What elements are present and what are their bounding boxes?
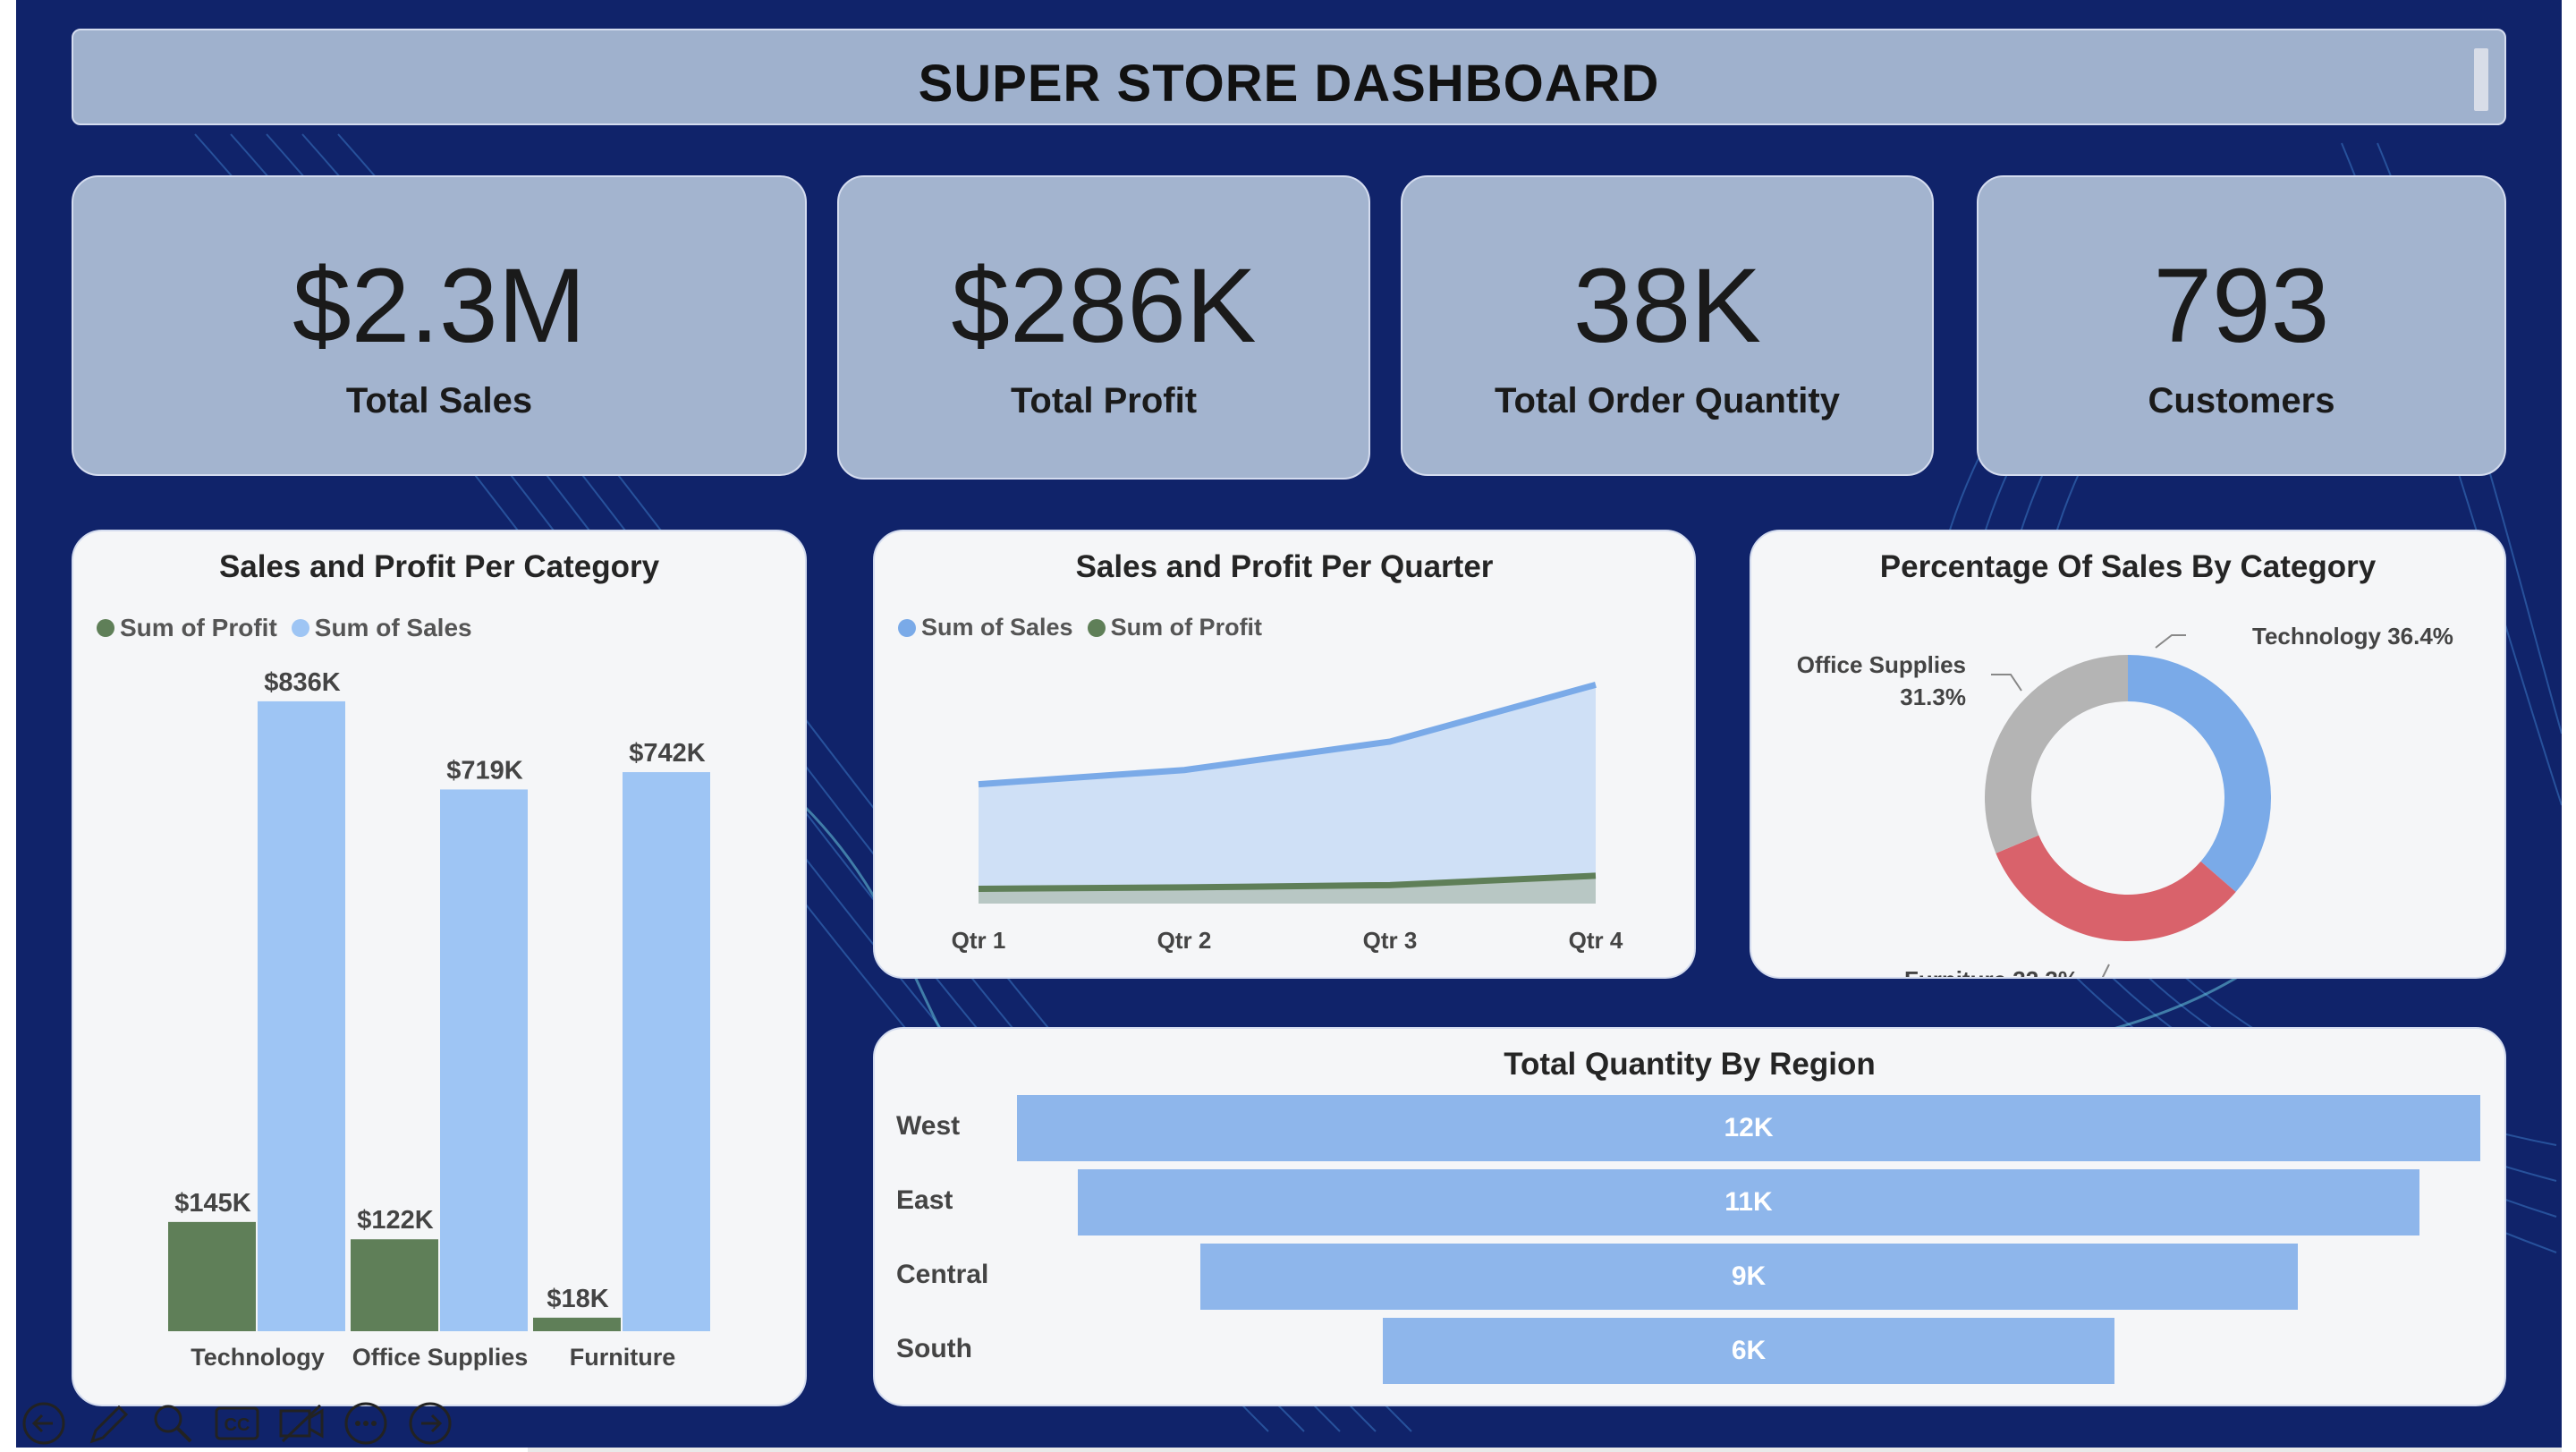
- legend-item-profit[interactable]: Sum of Profit: [97, 614, 277, 642]
- sales-area: [979, 684, 1596, 904]
- previous-icon[interactable]: [20, 1399, 68, 1448]
- data-label: $145K: [174, 1189, 251, 1218]
- camera-icon[interactable]: [277, 1399, 326, 1448]
- legend-dot: [1087, 618, 1106, 637]
- category-chart-panel[interactable]: Sales and Profit Per Category Sum of Pro…: [72, 530, 807, 1406]
- data-label: 9K: [1731, 1261, 1767, 1291]
- donut-chart-panel[interactable]: Percentage Of Sales By Category Technolo…: [1750, 530, 2506, 979]
- region-label: South: [896, 1334, 972, 1363]
- page-title: SUPER STORE DASHBOARD: [918, 55, 1660, 113]
- x-tick-label: Qtr 1: [952, 927, 1006, 954]
- header-scrollbar[interactable]: [2474, 48, 2488, 111]
- legend-label: Sum of Sales: [314, 614, 472, 641]
- region-bar-east[interactable]: 11K: [1078, 1169, 2419, 1235]
- data-label: $742K: [629, 739, 706, 768]
- quarter-chart-panel[interactable]: Sales and Profit Per Quarter Sum of Sale…: [873, 530, 1696, 979]
- legend-label: Sum of Sales: [921, 614, 1073, 641]
- chart-legend: Sum of Profit Sum of Sales: [97, 614, 472, 642]
- legend-item-sales[interactable]: Sum of Sales: [291, 614, 472, 642]
- captions-icon[interactable]: CC: [213, 1399, 261, 1448]
- kpi-total-sales[interactable]: $2.3M Total Sales: [72, 175, 807, 476]
- legend-item-sales[interactable]: Sum of Sales: [898, 614, 1073, 641]
- x-tick-label: Office Supplies: [352, 1344, 529, 1371]
- x-tick-label: Qtr 2: [1157, 927, 1212, 954]
- region-label: West: [896, 1111, 961, 1141]
- region-bar-south[interactable]: 6K: [1383, 1318, 2114, 1384]
- bar-sales[interactable]: [623, 772, 710, 1331]
- kpi-value: 793: [2153, 247, 2330, 365]
- legend-label: Sum of Profit: [120, 614, 277, 641]
- region-label: Central: [896, 1260, 989, 1289]
- leader-line: [1991, 674, 2022, 692]
- kpi-total-order-quantity[interactable]: 38K Total Order Quantity: [1401, 175, 1934, 476]
- donut-slice-office-supplies[interactable]: [1985, 655, 2128, 853]
- chart-title: Sales and Profit Per Quarter: [1075, 549, 1494, 584]
- slice-label: Furniture 32.3%: [1904, 966, 2079, 977]
- category-bar-chart: $145K $836K Technology $122K $719K Office Sup…: [168, 668, 710, 1371]
- kpi-total-profit[interactable]: $286K Total Profit: [837, 175, 1370, 480]
- slice-label: Technology 36.4%: [2252, 623, 2453, 650]
- data-label: 11K: [1724, 1187, 1773, 1217]
- legend-dot: [97, 619, 114, 637]
- kpi-label: Total Sales: [345, 381, 533, 420]
- kpi-value: $286K: [951, 247, 1257, 365]
- data-label: 12K: [1724, 1113, 1774, 1142]
- region-chart-panel[interactable]: Total Quantity By Region West 12K East 11K C…: [873, 1027, 2506, 1406]
- next-icon[interactable]: [406, 1399, 454, 1448]
- data-label: $836K: [264, 668, 341, 697]
- more-icon[interactable]: [342, 1399, 390, 1448]
- header-bar: SUPER STORE DASHBOARD: [72, 29, 2506, 125]
- legend-label: Sum of Profit: [1110, 614, 1263, 641]
- bottom-strip: [528, 1448, 2562, 1452]
- presentation-controls: CC: [20, 1396, 454, 1448]
- pen-icon[interactable]: [84, 1399, 132, 1448]
- region-label: East: [896, 1185, 953, 1215]
- slice-label: 31.3%: [1900, 684, 1966, 710]
- kpi-label: Total Order Quantity: [1495, 381, 1840, 420]
- chart-title: Percentage Of Sales By Category: [1879, 549, 2377, 584]
- dashboard-canvas: SUPER STORE DASHBOARD $2.3M Total Sales …: [16, 0, 2562, 1448]
- legend-item-profit[interactable]: Sum of Profit: [1087, 614, 1263, 641]
- leader-line: [2155, 634, 2186, 649]
- chart-title: Sales and Profit Per Category: [218, 549, 660, 584]
- bar-sales[interactable]: [258, 701, 345, 1331]
- zoom-icon[interactable]: [148, 1399, 197, 1448]
- x-tick-label: Qtr 4: [1569, 927, 1623, 954]
- region-bar-west[interactable]: 12K: [1017, 1095, 2480, 1161]
- x-tick-label: Qtr 3: [1363, 927, 1418, 954]
- kpi-label: Customers: [2148, 381, 2335, 420]
- captions-text: CC: [225, 1415, 250, 1435]
- data-label: 6K: [1731, 1336, 1767, 1365]
- legend-dot: [898, 618, 916, 637]
- x-tick-label: Technology: [191, 1344, 325, 1371]
- category-donut-chart: Technology 36.4% Furniture 32.3% Office Su…: [1797, 623, 2453, 977]
- donut-slice-technology[interactable]: [2128, 655, 2271, 893]
- kpi-value: $2.3M: [292, 247, 586, 365]
- region-bar-central[interactable]: 9K: [1199, 1244, 2298, 1310]
- slice-label: Office Supplies: [1797, 651, 1966, 678]
- leader-line: [2101, 964, 2110, 977]
- quarter-area-chart: Qtr 1 Qtr 2 Qtr 3 Qtr 4: [952, 682, 1623, 954]
- data-label: $122K: [357, 1206, 434, 1235]
- donut-slice-furniture[interactable]: [1996, 835, 2236, 941]
- chart-legend: Sum of Sales Sum of Profit: [898, 614, 1262, 641]
- x-tick-label: Furniture: [570, 1344, 676, 1371]
- kpi-value: 38K: [1573, 247, 1761, 365]
- legend-dot: [291, 619, 309, 637]
- data-label: $18K: [547, 1285, 608, 1313]
- kpi-label: Total Profit: [1010, 381, 1198, 420]
- bar-sales[interactable]: [440, 789, 528, 1331]
- data-label: $719K: [446, 756, 523, 785]
- bar-profit[interactable]: [168, 1221, 256, 1331]
- bar-profit[interactable]: [533, 1317, 621, 1331]
- chart-title: Total Quantity By Region: [1504, 1047, 1876, 1082]
- bar-profit[interactable]: [351, 1239, 438, 1331]
- kpi-customers[interactable]: 793 Customers: [1977, 175, 2506, 476]
